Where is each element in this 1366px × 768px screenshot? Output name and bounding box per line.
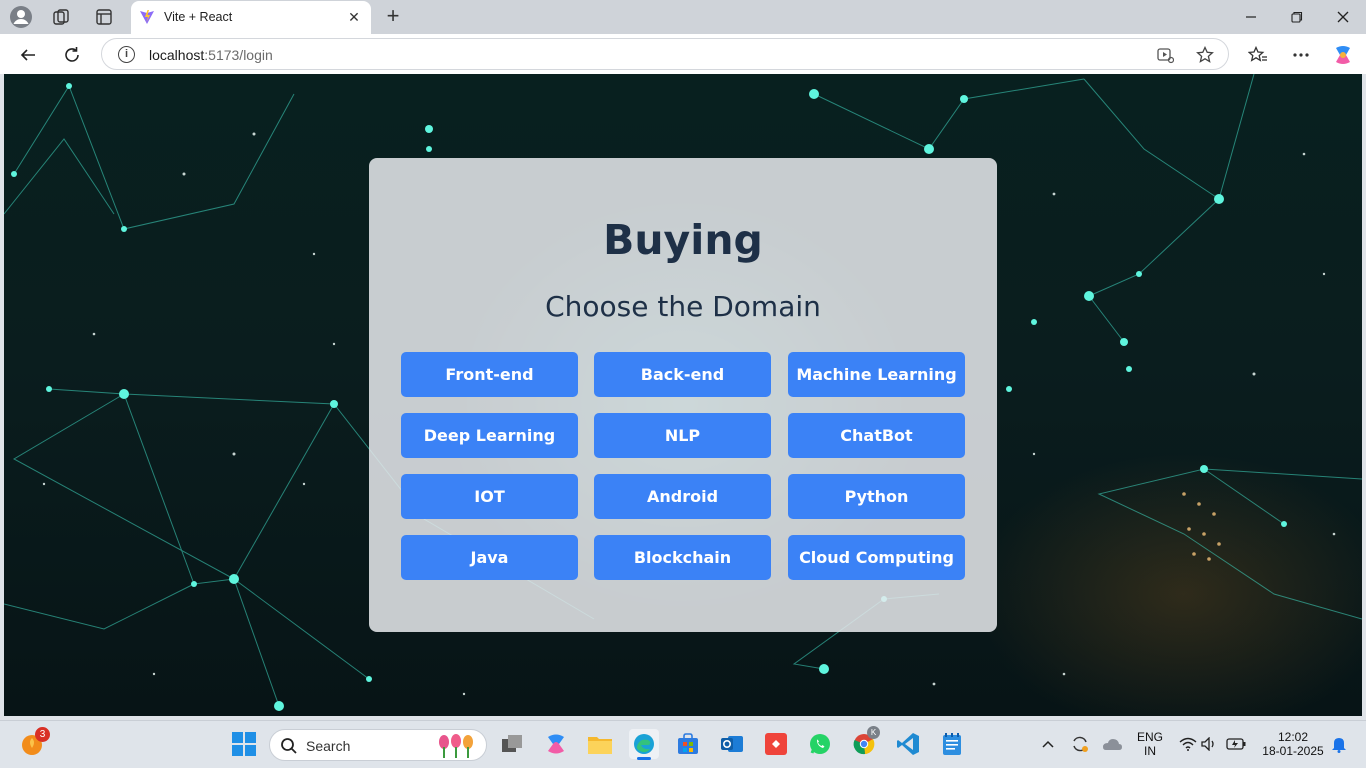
notification-app-icon[interactable]: 3 (18, 727, 50, 759)
battery-icon[interactable] (1221, 729, 1251, 759)
chrome-profile-badge: K (867, 726, 880, 739)
more-options-icon[interactable] (1288, 42, 1314, 68)
notifications-bell-icon[interactable] (1324, 729, 1354, 759)
notepad-icon[interactable] (937, 729, 967, 759)
search-label: Search (306, 738, 351, 754)
favorite-star-icon[interactable] (1195, 45, 1215, 65)
minimize-button[interactable] (1228, 0, 1274, 34)
browser-toolbar: i localhost:5173/login (0, 34, 1366, 74)
url-text[interactable]: localhost:5173/login (149, 47, 273, 63)
read-aloud-icon[interactable] (1155, 45, 1175, 65)
restore-button[interactable] (1274, 0, 1320, 34)
notification-badge: 3 (35, 727, 50, 742)
domain-button-machine-learning[interactable]: Machine Learning (788, 352, 965, 397)
language-indicator[interactable]: ENG IN (1134, 730, 1166, 758)
taskbar-search[interactable]: Search (269, 729, 487, 761)
windows-taskbar: 3 Search K ENG IN 12:02 18-01-2025 (0, 720, 1366, 768)
vertical-tabs-icon[interactable] (92, 5, 116, 29)
domain-button-java[interactable]: Java (401, 535, 578, 580)
windows-start-icon[interactable] (229, 729, 259, 759)
tab-close-icon[interactable]: ✕ (345, 8, 363, 26)
tab-title: Vite + React (164, 10, 233, 24)
page-background: Buying Choose the Domain Front-end Back-… (4, 74, 1362, 716)
domain-button-iot[interactable]: IOT (401, 474, 578, 519)
domain-button-chatbot[interactable]: ChatBot (788, 413, 965, 458)
favorites-icon[interactable] (1245, 42, 1271, 68)
vite-logo-icon (139, 9, 155, 25)
domain-button-cloud-computing[interactable]: Cloud Computing (788, 535, 965, 580)
sync-icon[interactable] (1065, 729, 1095, 759)
chrome-icon[interactable]: K (849, 726, 880, 759)
back-arrow-icon[interactable] (15, 42, 41, 68)
edge-browser-icon[interactable] (629, 729, 659, 760)
page-title: Buying (603, 216, 763, 264)
anydesk-icon[interactable] (761, 729, 791, 759)
whatsapp-icon[interactable] (805, 729, 835, 759)
browser-titlebar: Vite + React ✕ + (0, 0, 1366, 34)
domain-button-deep-learning[interactable]: Deep Learning (401, 413, 578, 458)
show-hidden-icons-chevron-icon[interactable] (1033, 729, 1063, 759)
site-info-icon[interactable]: i (118, 46, 135, 63)
store-icon[interactable] (673, 729, 703, 759)
copilot-taskbar-icon[interactable] (541, 729, 571, 759)
file-explorer-icon[interactable] (585, 729, 615, 759)
domain-button-back-end[interactable]: Back-end (594, 352, 771, 397)
copilot-icon[interactable] (1330, 42, 1356, 68)
search-icon (281, 738, 297, 754)
close-window-button[interactable] (1320, 0, 1366, 34)
domain-button-blockchain[interactable]: Blockchain (594, 535, 771, 580)
task-view-icon[interactable] (497, 729, 527, 759)
page-subtitle: Choose the Domain (545, 290, 821, 323)
domain-button-python[interactable]: Python (788, 474, 965, 519)
tulips-icon (439, 734, 473, 758)
domain-button-android[interactable]: Android (594, 474, 771, 519)
vscode-icon[interactable] (893, 729, 923, 759)
domain-button-nlp[interactable]: NLP (594, 413, 771, 458)
workspaces-icon[interactable] (50, 5, 74, 29)
address-bar[interactable]: i localhost:5173/login (101, 38, 1229, 70)
active-app-indicator (637, 757, 651, 760)
outlook-icon[interactable] (717, 729, 747, 759)
new-tab-button[interactable]: + (381, 5, 405, 29)
profile-icon[interactable] (9, 5, 33, 29)
domain-button-front-end[interactable]: Front-end (401, 352, 578, 397)
active-tab[interactable]: Vite + React ✕ (131, 1, 371, 34)
onedrive-cloud-icon[interactable] (1097, 729, 1127, 759)
clock[interactable]: 12:02 18-01-2025 (1254, 730, 1332, 758)
refresh-icon[interactable] (59, 42, 85, 68)
domain-card: Buying Choose the Domain Front-end Back-… (369, 158, 997, 632)
